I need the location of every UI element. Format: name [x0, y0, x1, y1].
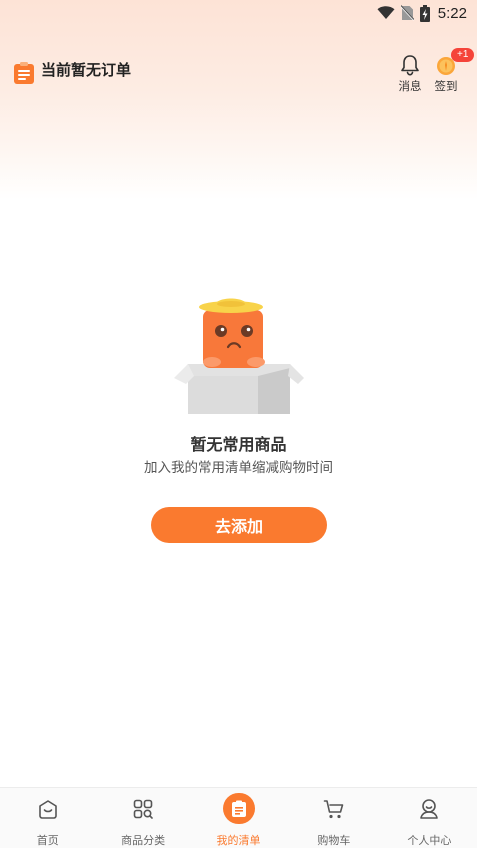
- status-bar: 5:22: [0, 0, 477, 26]
- checkin-icon-wrap: +1: [435, 48, 475, 76]
- no-sim-icon: [400, 5, 414, 21]
- header: 当前暂无订单 消息 +1 签到: [0, 48, 477, 100]
- page-title: 当前暂无订单: [41, 61, 132, 79]
- messages-label: 消息: [398, 79, 422, 93]
- nav-label-cart: 购物车: [317, 834, 351, 847]
- order-clipboard-icon: [14, 62, 34, 84]
- battery-charging-icon: [419, 4, 430, 22]
- home-icon: [38, 800, 57, 819]
- messages-button[interactable]: 消息: [390, 54, 430, 98]
- nav-item-profile[interactable]: 个人中心: [382, 788, 477, 848]
- empty-state-subtitle: 加入我的常用清单缩减购物时间: [144, 460, 333, 476]
- status-icons: 5:22: [377, 3, 467, 23]
- nav-active-indicator: [222, 793, 255, 824]
- nav-item-home[interactable]: 首页: [0, 788, 95, 848]
- profile-icon: [420, 799, 439, 819]
- wifi-icon: [377, 6, 395, 19]
- nav-item-categories[interactable]: 商品分类: [95, 788, 190, 848]
- category-grid-icon: [133, 799, 153, 819]
- status-time: 5:22: [437, 4, 467, 22]
- checkin-label: 签到: [434, 79, 458, 93]
- checkin-badge: +1: [451, 48, 475, 62]
- nav-item-my-list[interactable]: 我的清单: [191, 788, 286, 848]
- nav-label-profile: 个人中心: [407, 834, 452, 847]
- bottom-nav: 首页 商品分类 我的清单 购物车 个人中心: [0, 787, 477, 848]
- list-icon: [231, 800, 246, 817]
- nav-label-categories: 商品分类: [121, 834, 166, 847]
- cart-icon: [323, 800, 344, 819]
- nav-item-cart[interactable]: 购物车: [286, 788, 381, 848]
- nav-label-my-list: 我的清单: [216, 834, 261, 847]
- page: 5:22 当前暂无订单 消息 +1 签到 暂无常用商品 加入我的常用清单缩减购物…: [0, 0, 477, 848]
- checkin-button[interactable]: +1 签到: [426, 48, 475, 98]
- add-items-button[interactable]: 去添加: [151, 507, 327, 543]
- bell-icon: [401, 55, 419, 76]
- empty-state-title: 暂无常用商品: [190, 435, 287, 454]
- empty-box-mascot-illustration: [174, 298, 304, 414]
- nav-label-home: 首页: [36, 834, 59, 847]
